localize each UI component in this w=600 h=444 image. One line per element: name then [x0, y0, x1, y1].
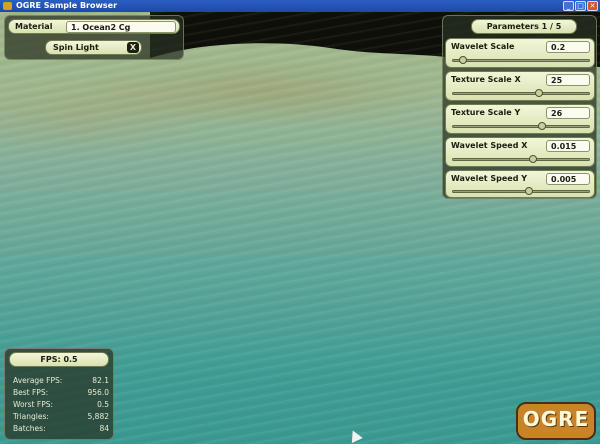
material-label: Material	[15, 22, 53, 31]
stats-panel: FPS: 0.5 Average FPS: 82.1 Best FPS: 956…	[4, 348, 114, 440]
slider-label: Texture Scale X	[451, 75, 521, 84]
stat-row: Worst FPS: 0.5	[13, 400, 109, 409]
stat-row: Triangles: 5,882	[13, 412, 109, 421]
material-value-field[interactable]: 1. Ocean2 Cg	[66, 21, 176, 33]
slider-track[interactable]	[452, 59, 590, 62]
stat-label: Best FPS:	[13, 388, 49, 397]
material-panel: Material 1. Ocean2 Cg Spin Light X	[4, 15, 184, 60]
slider-label: Wavelet Speed Y	[451, 174, 527, 183]
parameters-panel: Parameters 1 / 5 Wavelet Scale 0.2 Textu…	[442, 15, 597, 199]
minimize-button[interactable]: _	[563, 1, 574, 11]
stat-value: 956.0	[87, 388, 109, 397]
ogre-logo: OGRE	[516, 402, 596, 440]
parameters-title[interactable]: Parameters 1 / 5	[471, 19, 577, 34]
slider-wavelet-speed-y[interactable]: Wavelet Speed Y 0.005	[445, 170, 595, 198]
window-title: OGRE Sample Browser	[16, 1, 118, 10]
slider-label: Wavelet Speed X	[451, 141, 528, 150]
spin-light-label: Spin Light	[53, 43, 99, 52]
stat-label: Worst FPS:	[13, 400, 54, 409]
slider-track[interactable]	[452, 125, 590, 128]
stat-value: 5,882	[87, 412, 109, 421]
slider-texture-scale-x[interactable]: Texture Scale X 25	[445, 71, 595, 101]
stat-row: Batches: 84	[13, 424, 109, 433]
slider-value-field[interactable]: 0.015	[546, 140, 590, 152]
stat-row: Average FPS: 82.1	[13, 376, 109, 385]
window-titlebar: OGRE Sample Browser _ □ ✕	[0, 0, 600, 12]
ogre-logo-text: OGRE	[522, 407, 590, 431]
spin-light-checkbox[interactable]: Spin Light X	[45, 40, 142, 55]
slider-label: Wavelet Scale	[451, 42, 515, 51]
spin-light-toggle[interactable]: X	[127, 42, 139, 53]
slider-value-field[interactable]: 0.2	[546, 41, 590, 53]
slider-thumb[interactable]	[535, 89, 544, 97]
slider-label: Texture Scale Y	[451, 108, 521, 117]
stat-value: 84	[99, 424, 109, 433]
fps-title[interactable]: FPS: 0.5	[9, 352, 109, 367]
stat-label: Triangles:	[13, 412, 49, 421]
slider-thumb[interactable]	[537, 122, 546, 130]
material-selector[interactable]: Material 1. Ocean2 Cg	[8, 19, 180, 34]
ocean-scene-viewport[interactable]: Material 1. Ocean2 Cg Spin Light X Param…	[0, 12, 600, 444]
slider-texture-scale-y[interactable]: Texture Scale Y 26	[445, 104, 595, 134]
stat-value: 82.1	[92, 376, 109, 385]
slider-thumb[interactable]	[528, 155, 537, 163]
app-icon	[3, 2, 12, 10]
slider-wavelet-scale[interactable]: Wavelet Scale 0.2	[445, 38, 595, 68]
slider-track[interactable]	[452, 190, 590, 193]
stat-value: 0.5	[97, 400, 109, 409]
slider-value-field[interactable]: 0.005	[546, 173, 590, 185]
slider-value-field[interactable]: 26	[546, 107, 590, 119]
slider-value-field[interactable]: 25	[546, 74, 590, 86]
close-button[interactable]: ✕	[587, 1, 598, 11]
slider-thumb[interactable]	[524, 187, 533, 195]
slider-wavelet-speed-x[interactable]: Wavelet Speed X 0.015	[445, 137, 595, 167]
slider-track[interactable]	[452, 92, 590, 95]
stat-row: Best FPS: 956.0	[13, 388, 109, 397]
stat-label: Batches:	[13, 424, 46, 433]
stat-label: Average FPS:	[13, 376, 63, 385]
parameters-title-text: Parameters 1 / 5	[486, 22, 562, 31]
slider-track[interactable]	[452, 158, 590, 161]
fps-title-text: FPS: 0.5	[40, 355, 78, 364]
maximize-button[interactable]: □	[575, 1, 586, 11]
slider-thumb[interactable]	[458, 56, 467, 64]
